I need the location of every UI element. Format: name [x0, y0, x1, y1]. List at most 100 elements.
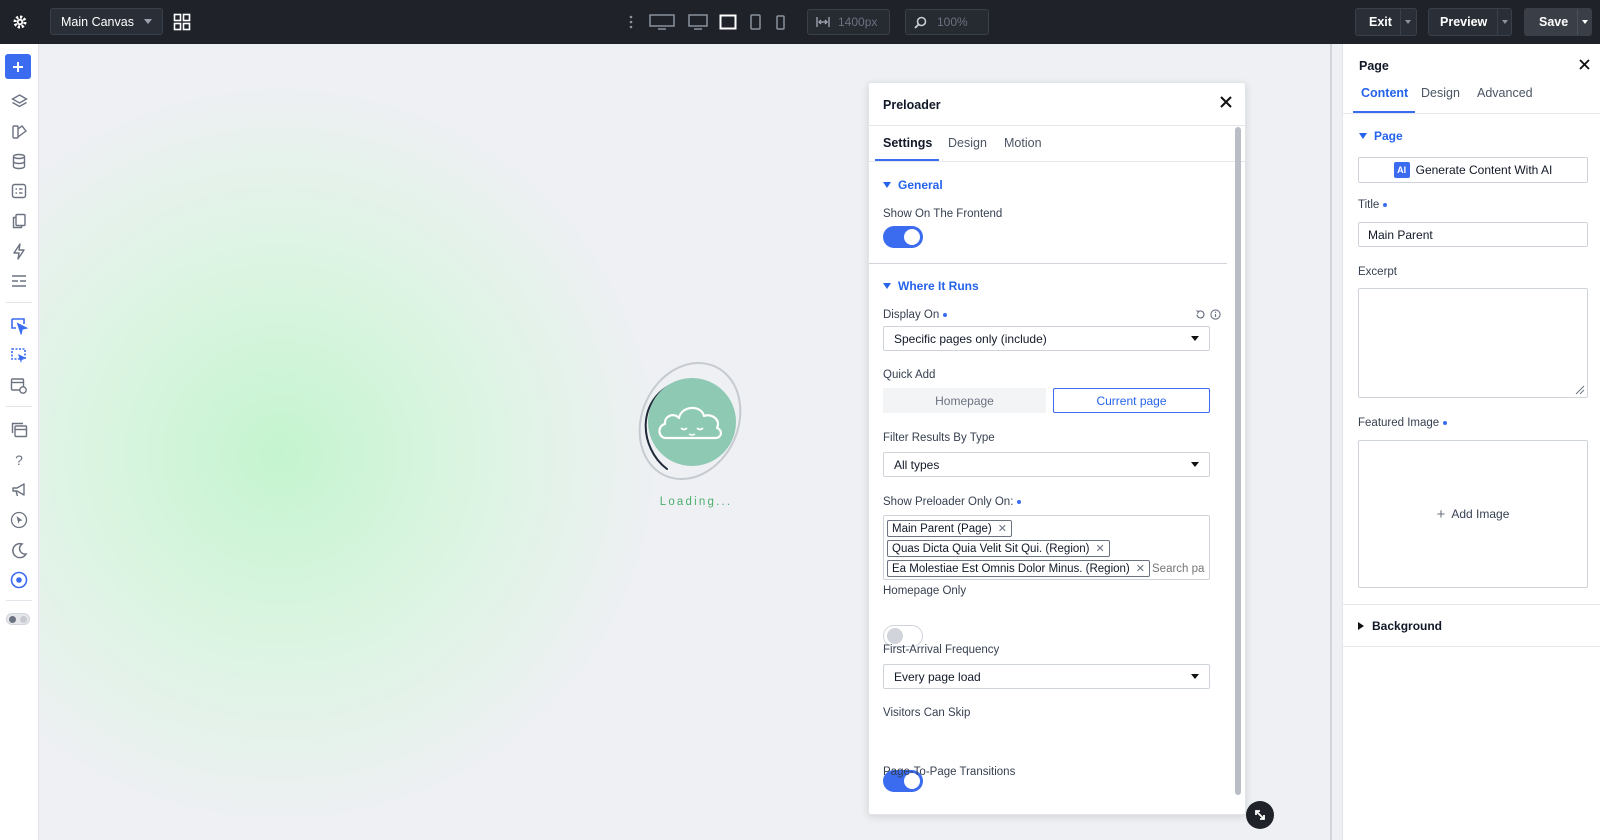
preview-button[interactable]: Preview: [1428, 8, 1512, 36]
more-vertical-icon[interactable]: [626, 12, 636, 32]
excerpt-label: Excerpt: [1358, 266, 1397, 278]
zoom-field[interactable]: 100%: [905, 9, 989, 35]
section-general[interactable]: General: [883, 178, 943, 192]
plus-icon: [13, 61, 23, 72]
preloader-popup: Preloader Settings Design Motion General…: [868, 82, 1246, 815]
database-icon[interactable]: [7, 149, 31, 173]
filter-type-value: All types: [894, 457, 940, 472]
tablet-landscape-icon[interactable]: [718, 12, 738, 32]
transitions-label: Page-To-Page Transitions: [883, 766, 1016, 778]
exit-chevron-down-icon[interactable]: [1405, 20, 1411, 24]
tablet-portrait-icon[interactable]: [748, 12, 762, 32]
dropdown-arrow-icon: [1191, 674, 1199, 679]
section-background[interactable]: Background: [1358, 619, 1442, 633]
chevron-down-icon: [144, 19, 152, 24]
filter-label: Filter Results By Type: [883, 432, 995, 444]
tag-label: Ea Molestiae Est Omnis Dolor Minus. (Reg…: [892, 562, 1130, 575]
filter-type-select[interactable]: All types: [883, 452, 1210, 477]
divider: [1343, 113, 1600, 114]
target-icon[interactable]: [7, 568, 31, 592]
templates-icon[interactable]: [7, 269, 31, 293]
announcements-icon[interactable]: [7, 478, 31, 502]
title-input[interactable]: [1358, 222, 1588, 247]
pages-tag-input[interactable]: Main Parent (Page) ✕ Quas Dicta Quia Veli…: [883, 515, 1210, 580]
resize-grip-icon[interactable]: [1575, 385, 1585, 395]
show-only-label: Show Preloader Only On:: [883, 496, 1022, 508]
toggle-knob: [9, 616, 16, 623]
canvas-select-value: Main Canvas: [61, 14, 134, 29]
tag-chip: Ea Molestiae Est Omnis Dolor Minus. (Reg…: [887, 560, 1150, 577]
section-general-title: General: [898, 178, 943, 192]
exit-button[interactable]: Exit: [1355, 8, 1417, 36]
popup-builder-icon[interactable]: [7, 344, 31, 368]
preloader-icon[interactable]: [7, 314, 31, 338]
toggle-knob: [20, 616, 27, 623]
preview-chevron-down-icon[interactable]: [1502, 20, 1508, 24]
toggle-knob: [904, 229, 920, 245]
desktop-wide-icon[interactable]: [648, 12, 676, 32]
ai-badge-icon: AI: [1393, 162, 1410, 178]
generate-ai-label: Generate Content With AI: [1415, 163, 1553, 177]
dropdown-arrow-icon: [1191, 336, 1199, 341]
modified-dot: [1383, 202, 1388, 207]
remove-tag-icon[interactable]: ✕: [998, 522, 1007, 535]
width-icon: [816, 16, 830, 28]
canvas-width-field[interactable]: 1400px: [807, 9, 890, 35]
generate-ai-button[interactable]: AI Generate Content With AI: [1358, 157, 1588, 183]
tab-design[interactable]: Design: [1421, 75, 1460, 111]
quick-add-homepage-button[interactable]: Homepage: [883, 388, 1046, 413]
caret-right-icon: [1358, 622, 1364, 630]
settings-gear-icon[interactable]: [8, 10, 32, 34]
add-element-button[interactable]: [5, 54, 31, 79]
popup-scrollbar-thumb[interactable]: [1235, 127, 1241, 795]
display-on-select[interactable]: Specific pages only (include): [883, 326, 1210, 351]
info-icon[interactable]: [1210, 309, 1222, 321]
library-icon[interactable]: [7, 418, 31, 442]
tab-content[interactable]: Content: [1361, 75, 1408, 111]
tag-chip: Quas Dicta Quia Velit Sit Qui. (Region) ✕: [887, 540, 1110, 557]
divider: [6, 406, 32, 407]
page-settings-icon[interactable]: [7, 374, 31, 398]
close-panel-icon[interactable]: [1578, 58, 1592, 72]
tab-advanced[interactable]: Advanced: [1477, 75, 1533, 111]
canvas-select[interactable]: Main Canvas: [50, 8, 163, 35]
divider: [6, 302, 32, 303]
theme-toggle[interactable]: [6, 613, 30, 625]
tab-motion[interactable]: Motion: [1004, 125, 1042, 161]
display-on-value: Specific pages only (include): [894, 331, 1047, 346]
forms-icon[interactable]: [7, 179, 31, 203]
resize-handle[interactable]: [1246, 801, 1274, 829]
help-icon[interactable]: ?: [7, 448, 31, 472]
remove-tag-icon[interactable]: ✕: [1136, 562, 1145, 575]
save-label: Save: [1539, 15, 1569, 29]
remove-tag-icon[interactable]: ✕: [1096, 542, 1105, 555]
layers-icon[interactable]: [7, 89, 31, 113]
loading-text: Loading...: [659, 496, 733, 508]
desktop-icon[interactable]: [686, 12, 710, 32]
panel-title: Page: [1359, 59, 1389, 73]
reset-icon[interactable]: [1195, 309, 1207, 321]
frequency-select[interactable]: Every page load: [883, 664, 1210, 689]
styles-icon[interactable]: [7, 119, 31, 143]
caret-down-icon: [883, 283, 891, 289]
cursor-icon[interactable]: [7, 508, 31, 532]
interactions-icon[interactable]: [7, 239, 31, 263]
popup-title: Preloader: [883, 98, 941, 112]
divider: [869, 161, 1245, 162]
save-button[interactable]: Save: [1524, 8, 1592, 36]
add-image-dropzone[interactable]: + Add Image: [1358, 440, 1588, 588]
save-chevron-down-icon[interactable]: [1582, 20, 1588, 24]
tab-settings[interactable]: Settings: [883, 125, 932, 161]
quick-add-current-page-button[interactable]: Current page: [1053, 388, 1210, 413]
section-where-it-runs[interactable]: Where It Runs: [883, 279, 979, 293]
tab-design[interactable]: Design: [948, 125, 987, 161]
excerpt-textarea[interactable]: [1358, 288, 1588, 398]
pages-icon[interactable]: [7, 209, 31, 233]
grid-view-icon[interactable]: [172, 12, 192, 32]
close-icon[interactable]: [1219, 95, 1237, 113]
show-frontend-toggle[interactable]: [883, 226, 923, 248]
pages-search-input[interactable]: [1152, 561, 1208, 577]
phone-icon[interactable]: [774, 12, 786, 32]
dark-mode-moon-icon[interactable]: [7, 538, 31, 562]
section-page[interactable]: Page: [1359, 129, 1403, 143]
